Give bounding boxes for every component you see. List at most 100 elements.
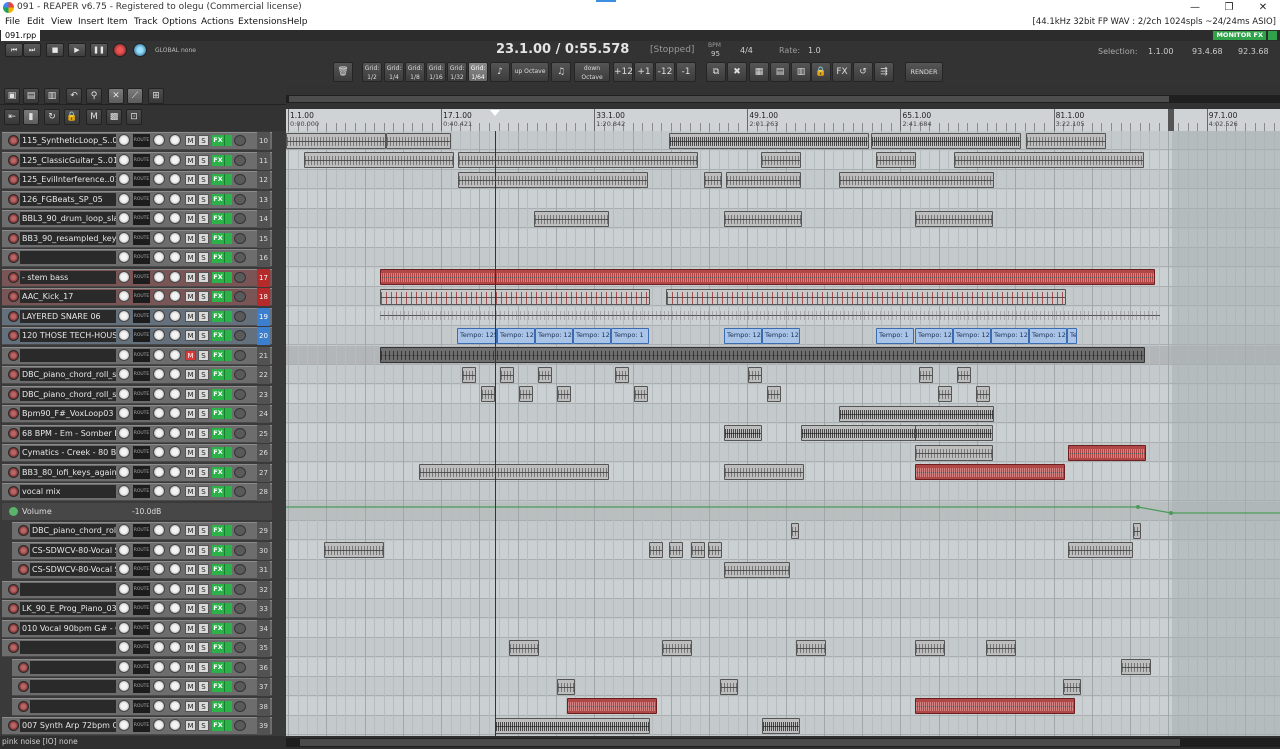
track-header[interactable]: ROUTE M S FX 37 bbox=[0, 677, 286, 696]
pause-icon[interactable]: ❚❚ bbox=[90, 43, 108, 57]
record-arm-icon[interactable] bbox=[8, 388, 19, 400]
fx-bypass-icon[interactable] bbox=[224, 388, 232, 400]
volume-knob[interactable] bbox=[118, 407, 130, 419]
time-signature[interactable]: 4/4 bbox=[740, 46, 753, 55]
solo-button[interactable]: S bbox=[198, 154, 209, 166]
record-arm-icon[interactable] bbox=[8, 583, 19, 595]
tempo-item[interactable]: Tempo: 125 bbox=[724, 327, 762, 344]
media-item[interactable] bbox=[839, 405, 994, 422]
mute-button[interactable]: M bbox=[185, 388, 196, 400]
fx-bypass-icon[interactable] bbox=[224, 622, 232, 634]
mute-button[interactable]: M bbox=[185, 271, 196, 283]
pan-knob[interactable] bbox=[153, 543, 165, 556]
mute-button[interactable]: M bbox=[185, 544, 196, 556]
fx-bypass-icon[interactable] bbox=[224, 174, 232, 185]
media-item[interactable] bbox=[666, 288, 1066, 305]
pan-knob[interactable] bbox=[153, 290, 165, 302]
media-item[interactable] bbox=[767, 386, 781, 402]
media-item[interactable] bbox=[761, 152, 801, 168]
fx-bypass-icon[interactable] bbox=[224, 154, 232, 166]
mute-button[interactable]: M bbox=[185, 252, 196, 263]
fx-bypass-icon[interactable] bbox=[224, 291, 232, 302]
pan-knob[interactable] bbox=[153, 680, 165, 692]
fx-button[interactable]: FX bbox=[212, 720, 224, 731]
envelope-active-icon[interactable] bbox=[9, 506, 18, 516]
note-down-icon[interactable]: ♫ bbox=[551, 62, 571, 82]
media-item[interactable] bbox=[957, 366, 971, 383]
width-knob[interactable] bbox=[169, 465, 181, 478]
volume-knob[interactable] bbox=[118, 660, 130, 673]
route-button[interactable]: ROUTE bbox=[133, 680, 150, 693]
width-knob[interactable] bbox=[169, 153, 181, 166]
fx-button[interactable]: FX bbox=[212, 564, 224, 575]
media-item[interactable] bbox=[534, 210, 609, 227]
fx-button[interactable]: FX bbox=[212, 525, 224, 536]
menu-item[interactable]: Item bbox=[107, 17, 128, 27]
pan-knob[interactable] bbox=[153, 465, 165, 478]
tempo-item[interactable]: Tempo: 125 bbox=[915, 327, 953, 344]
fx-bypass-icon[interactable] bbox=[224, 369, 232, 380]
track-header[interactable]: BB3_90_resampled_keys ROUTE M S FX 15 bbox=[0, 229, 286, 248]
record-arm-icon[interactable] bbox=[18, 700, 29, 712]
arrange-view[interactable]: Tempo: 125 Tempo: 125 Tempo: 125 Tempo: 125… bbox=[286, 131, 1280, 736]
record-arm-icon[interactable] bbox=[18, 544, 29, 556]
audio-device-info[interactable]: [44.1kHz 32bit FP WAV : 2/2ch 1024spls ~… bbox=[1033, 17, 1276, 27]
pan-knob[interactable] bbox=[153, 699, 165, 712]
mute-button[interactable]: M bbox=[185, 154, 196, 166]
track-name[interactable]: Cymatics - Creek - 80 BPN bbox=[20, 446, 116, 459]
loop-icon[interactable]: ↻ bbox=[44, 109, 60, 125]
metronome-icon[interactable]: ⚲ bbox=[86, 88, 102, 104]
width-knob[interactable] bbox=[169, 719, 181, 731]
media-item[interactable] bbox=[915, 464, 1065, 480]
fx-button[interactable]: FX bbox=[212, 232, 224, 244]
route-button[interactable]: ROUTE bbox=[133, 563, 150, 576]
solo-button[interactable]: S bbox=[198, 427, 209, 439]
envelope-icon[interactable] bbox=[234, 135, 246, 146]
go-to-end-icon[interactable]: ⏭ bbox=[23, 43, 41, 57]
track-name[interactable]: BBL3_90_drum_loop_sla bbox=[20, 212, 116, 225]
record-arm-icon[interactable] bbox=[8, 466, 19, 478]
route-button[interactable]: ROUTE bbox=[133, 173, 150, 186]
media-item[interactable] bbox=[915, 425, 993, 441]
mute-button[interactable]: M bbox=[185, 583, 196, 595]
track-name[interactable]: 125_ClassicGuitar_S..01 bbox=[20, 153, 116, 167]
mute-button[interactable]: M bbox=[185, 525, 196, 536]
width-knob[interactable] bbox=[169, 368, 181, 380]
fx-bypass-icon[interactable] bbox=[224, 213, 232, 224]
solo-button[interactable]: S bbox=[198, 213, 209, 224]
record-arm-icon[interactable] bbox=[18, 661, 29, 673]
media-item[interactable] bbox=[286, 132, 386, 149]
save-project-icon[interactable]: ▥ bbox=[44, 88, 60, 104]
fx-button[interactable]: FX bbox=[212, 252, 224, 263]
envelope-icon[interactable] bbox=[234, 544, 246, 556]
fx-button[interactable]: FX bbox=[212, 700, 224, 712]
solo-button[interactable]: S bbox=[198, 544, 209, 556]
track-name[interactable]: DBC_piano_chord_rol bbox=[30, 524, 116, 537]
media-item[interactable] bbox=[720, 678, 738, 695]
track-header[interactable]: ROUTE M S FX 16 bbox=[0, 248, 286, 267]
track-name[interactable]: BB3_80_lofi_keys_again. bbox=[20, 465, 116, 479]
track-name[interactable]: 010 Vocal 90bpm G# - OF bbox=[20, 621, 116, 635]
project-tab[interactable]: 091.rpp bbox=[1, 30, 41, 41]
envelope-value[interactable]: -10.0dB bbox=[132, 507, 161, 516]
tempo-item[interactable]: Tempo: 125 bbox=[1029, 327, 1067, 344]
auto-crossfade-icon[interactable]: ✕ bbox=[108, 88, 124, 104]
width-knob[interactable] bbox=[169, 641, 181, 653]
mute-button[interactable]: M bbox=[185, 700, 196, 712]
media-item[interactable] bbox=[386, 132, 451, 149]
fx-bypass-icon[interactable] bbox=[224, 330, 232, 341]
width-knob[interactable] bbox=[169, 621, 181, 634]
record-arm-icon[interactable] bbox=[8, 447, 19, 458]
envelope-icon[interactable] bbox=[234, 583, 246, 595]
envelope-icon[interactable] bbox=[234, 291, 246, 302]
width-knob[interactable] bbox=[169, 485, 181, 497]
volume-knob[interactable] bbox=[118, 251, 130, 263]
fx-bypass-icon[interactable] bbox=[224, 271, 232, 283]
envelope-icon[interactable] bbox=[234, 154, 246, 166]
volume-knob[interactable] bbox=[118, 465, 130, 478]
volume-envelope-lane-header[interactable]: Volume -10.0dB bbox=[0, 502, 286, 521]
mute-button[interactable]: M bbox=[185, 330, 196, 341]
open-project-icon[interactable]: ▤ bbox=[23, 88, 39, 104]
route-button[interactable]: ROUTE bbox=[133, 251, 150, 264]
monitor-fx-button[interactable]: MONITOR FX bbox=[1213, 31, 1266, 40]
